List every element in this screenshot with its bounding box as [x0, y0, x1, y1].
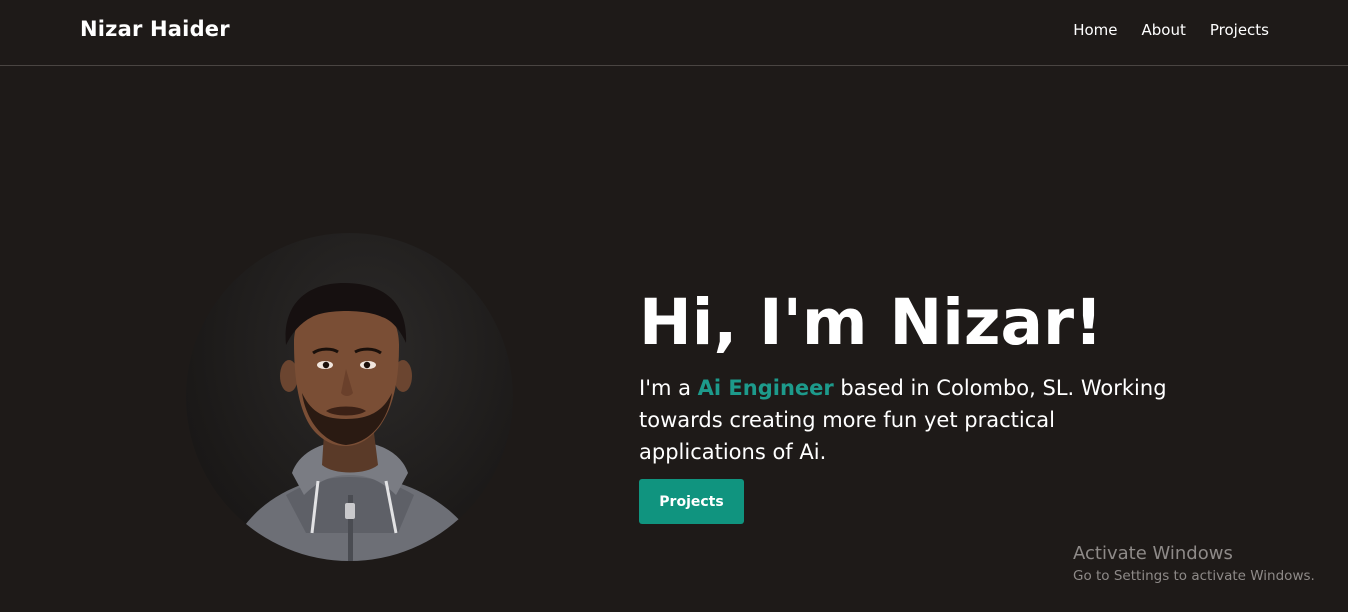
avatar [186, 233, 513, 561]
hero: Hi, I'm Nizar! I'm a Ai Engineer based i… [639, 282, 1199, 468]
projects-button[interactable]: Projects [639, 479, 744, 524]
hero-title: Hi, I'm Nizar! [639, 286, 1103, 359]
hero-desc-prefix: I'm a [639, 376, 698, 400]
navbar: Nizar Haider Home About Projects [0, 0, 1348, 66]
activate-windows-subtitle: Go to Settings to activate Windows. [1073, 568, 1315, 584]
nav-link-about[interactable]: About [1142, 21, 1186, 39]
hero-description: I'm a Ai Engineer based in Colombo, SL. … [639, 372, 1179, 468]
nav-link-home[interactable]: Home [1073, 21, 1117, 39]
nav-link-projects[interactable]: Projects [1210, 21, 1269, 39]
nav-links: Home About Projects [1073, 21, 1269, 39]
role-highlight: Ai Engineer [697, 376, 834, 400]
page: Nizar Haider Home About Projects Hi, I'm… [0, 0, 1348, 612]
brand-logo[interactable]: Nizar Haider [80, 17, 230, 41]
activate-windows-title: Activate Windows [1073, 543, 1233, 564]
activate-windows-watermark: Activate Windows Go to Settings to activ… [1073, 543, 1315, 586]
profile-photo-icon [226, 283, 486, 561]
